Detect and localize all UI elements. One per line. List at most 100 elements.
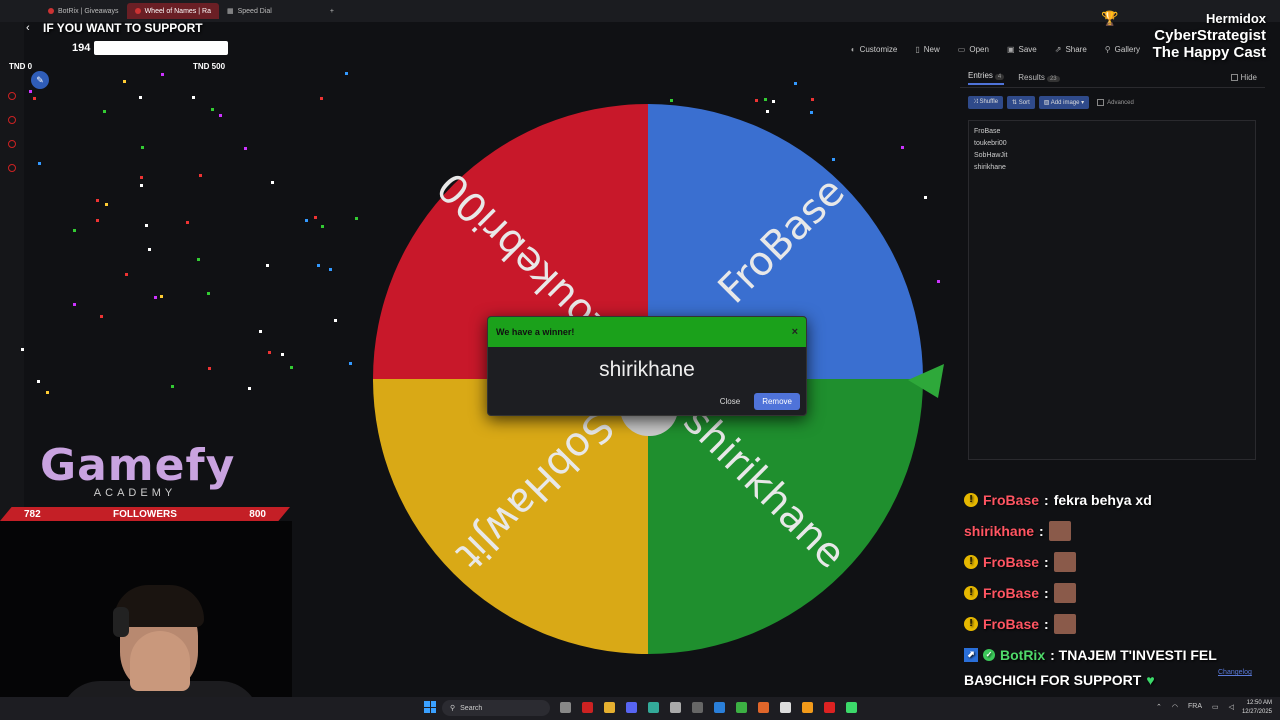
windows-start-icon[interactable]: [424, 701, 436, 713]
task-view-icon[interactable]: [560, 702, 571, 713]
advanced-toggle[interactable]: Advanced: [1097, 99, 1134, 106]
sidebar-icon[interactable]: [8, 92, 16, 100]
entry-item: toukebri00: [974, 140, 1007, 147]
tab-entries[interactable]: Entries 4: [968, 70, 1005, 85]
chat-message: ! FroBase :: [964, 546, 1264, 577]
remove-button[interactable]: Remove: [754, 393, 800, 410]
sort-label: Sort: [1018, 100, 1030, 106]
windows-taskbar: ⚲ Search ⌃ ◠ FRA ▭ ◁ 12:50 AM 12/27/2025: [0, 697, 1280, 720]
vlc-icon[interactable]: [802, 702, 813, 713]
shuffle-label: Shuffle: [979, 99, 999, 105]
customize-button[interactable]: ◐ Customize: [851, 45, 898, 54]
winner-dialog-header: We have a winner! ×: [488, 317, 806, 347]
new-button[interactable]: ▯ New: [915, 45, 939, 54]
browser-tab-bar: BotRix | Giveaways Wheel of Names | Ra ▦…: [0, 0, 1280, 22]
confetti-piece: [280, 353, 284, 357]
speed-dial-icon: ▦: [226, 8, 234, 15]
changelog-link[interactable]: Changelog: [1218, 669, 1252, 676]
confetti-piece: [313, 215, 317, 219]
close-button[interactable]: Close: [714, 393, 746, 410]
chat-message: ! FroBase : fekra behya xd: [964, 484, 1264, 515]
edit-pencil-icon[interactable]: ✎: [31, 71, 49, 89]
confetti-piece: [145, 224, 149, 228]
wifi-icon[interactable]: ◠: [1172, 703, 1178, 711]
shuffle-button[interactable]: ⤨ Shuffle: [968, 96, 1004, 109]
confetti-piece: [105, 202, 109, 206]
close-icon[interactable]: ×: [792, 326, 798, 338]
app-icon[interactable]: [824, 702, 835, 713]
app-icon[interactable]: [692, 702, 703, 713]
tab-botrix-giveaways[interactable]: BotRix | Giveaways: [40, 3, 127, 19]
emote-icon: [1048, 520, 1071, 541]
chat-username: FroBase: [983, 553, 1040, 570]
opera-icon[interactable]: [582, 702, 593, 713]
taskbar-search[interactable]: ⚲ Search: [442, 700, 550, 716]
sidebar-icon[interactable]: [8, 116, 16, 124]
hide-toggle[interactable]: Hide: [1230, 73, 1257, 82]
app-icon[interactable]: [758, 702, 769, 713]
app-icon[interactable]: [714, 702, 725, 713]
info-badge-icon: !: [964, 616, 978, 631]
app-icon[interactable]: [670, 702, 681, 713]
tab-favicon-icon: [48, 8, 54, 14]
share-label: Share: [1065, 44, 1087, 54]
streamer-hands: [130, 631, 190, 691]
add-image-button[interactable]: ▨ Add image ▾: [1038, 96, 1090, 109]
language-indicator[interactable]: FRA: [1188, 703, 1202, 711]
network-icon[interactable]: ▭: [1212, 703, 1219, 711]
tab-results[interactable]: Results 23: [1018, 73, 1060, 82]
entries-textarea[interactable]: FroBase toukebri00 SobHawJit shirikhane: [968, 120, 1256, 460]
discord-icon[interactable]: [626, 702, 637, 713]
confetti-piece: [755, 98, 759, 102]
open-button[interactable]: ▭ Open: [958, 45, 989, 54]
chat-username: shirikhane: [964, 522, 1035, 539]
volume-icon[interactable]: ◁: [1229, 703, 1234, 711]
sidebar-icon[interactable]: [8, 164, 16, 172]
new-tab-button[interactable]: +: [330, 8, 334, 15]
info-badge-icon: !: [964, 554, 978, 569]
confetti-piece: [29, 89, 33, 93]
share-button[interactable]: ⇗ Share: [1055, 45, 1087, 54]
confetti-piece: [305, 218, 309, 222]
goal-count: 194: [72, 42, 91, 54]
hide-checkbox[interactable]: [1230, 74, 1238, 81]
app-icon[interactable]: [780, 702, 791, 713]
taskbar-clock[interactable]: 12:50 AM 12/27/2025: [1242, 699, 1272, 717]
chat-separator: :: [1044, 615, 1049, 632]
back-arrow-icon[interactable]: ‹: [26, 22, 30, 34]
advanced-label: Advanced: [1107, 99, 1134, 106]
entries-actions: ⤨ Shuffle ⇅ Sort ▨ Add image ▾ Advanced: [960, 88, 1265, 117]
chevron-up-icon[interactable]: ⌃: [1156, 703, 1162, 711]
winner-dialog-title: We have a winner!: [496, 327, 575, 337]
app-icon[interactable]: [648, 702, 659, 713]
app-icon[interactable]: [846, 702, 857, 713]
system-tray: ⌃ ◠ FRA ▭ ◁: [1156, 703, 1234, 711]
gallery-button[interactable]: ⚲ Gallery: [1105, 45, 1140, 54]
tab-speed-dial[interactable]: ▦ Speed Dial: [219, 3, 280, 19]
confetti-piece: [763, 98, 767, 102]
sort-button[interactable]: ⇅ Sort: [1007, 96, 1035, 109]
goal-progress-bar: [94, 41, 228, 55]
confetti-piece: [669, 99, 673, 103]
chat-username: FroBase: [983, 584, 1040, 601]
webcam-feed: [0, 521, 292, 700]
folder-icon[interactable]: [604, 702, 615, 713]
confetti-piece: [185, 221, 189, 225]
chat-separator: :: [1044, 584, 1049, 601]
hide-label: Hide: [1240, 73, 1257, 82]
panel-tabs: Entries 4 Results 23 Hide: [960, 68, 1265, 88]
confetti-piece: [345, 72, 349, 76]
folder-icon: ▭: [957, 44, 966, 54]
search-icon: ⚲: [1104, 44, 1111, 54]
sidebar-icon[interactable]: [8, 140, 16, 148]
share-icon: ⇗: [1054, 44, 1062, 54]
tab-entries-label: Entries: [968, 70, 993, 80]
save-label: Save: [1018, 44, 1037, 54]
advanced-checkbox[interactable]: [1097, 99, 1105, 106]
chat-overlay: ! FroBase : fekra behya xd shirikhane : …: [964, 484, 1264, 695]
save-button[interactable]: ▣ Save: [1007, 45, 1037, 54]
tab-wheel-of-names[interactable]: Wheel of Names | Ra: [126, 3, 219, 19]
overlay-line-3: The Happy Cast: [1152, 44, 1266, 61]
goal-max: TND 500: [193, 62, 226, 71]
app-icon[interactable]: [736, 702, 747, 713]
